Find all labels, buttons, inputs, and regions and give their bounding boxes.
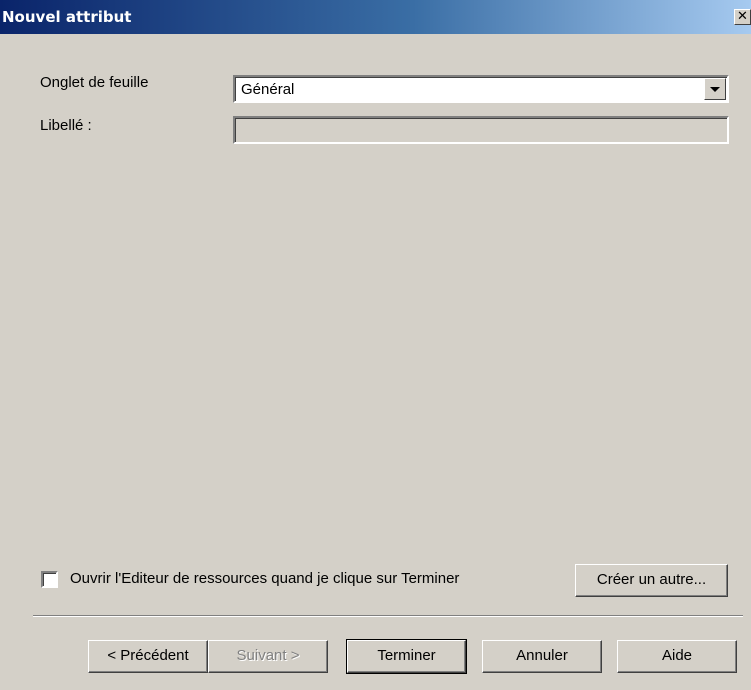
title-bar: Nouvel attribut ✕ [0, 0, 751, 34]
next-button[interactable]: Suivant > [208, 640, 328, 673]
sheet-tab-label: Onglet de feuille [40, 74, 149, 91]
chevron-down-icon[interactable] [704, 78, 726, 100]
close-icon: ✕ [737, 9, 748, 24]
window-title: Nouvel attribut [2, 8, 132, 26]
caption-label: Libellé : [40, 117, 92, 134]
previous-button[interactable]: < Précédent [88, 640, 208, 673]
caption-field[interactable] [233, 116, 729, 144]
help-button[interactable]: Aide [617, 640, 737, 673]
finish-button[interactable]: Terminer [346, 639, 467, 674]
close-button[interactable]: ✕ [734, 9, 751, 25]
create-another-button[interactable]: Créer un autre... [575, 564, 728, 597]
sheet-tab-dropdown[interactable]: Général [233, 75, 729, 103]
open-editor-label[interactable]: Ouvrir l'Editeur de ressources quand je … [70, 570, 459, 587]
cancel-button[interactable]: Annuler [482, 640, 602, 673]
separator [33, 615, 743, 617]
open-editor-checkbox[interactable] [41, 571, 58, 588]
sheet-tab-selected-value: Général [241, 81, 295, 98]
